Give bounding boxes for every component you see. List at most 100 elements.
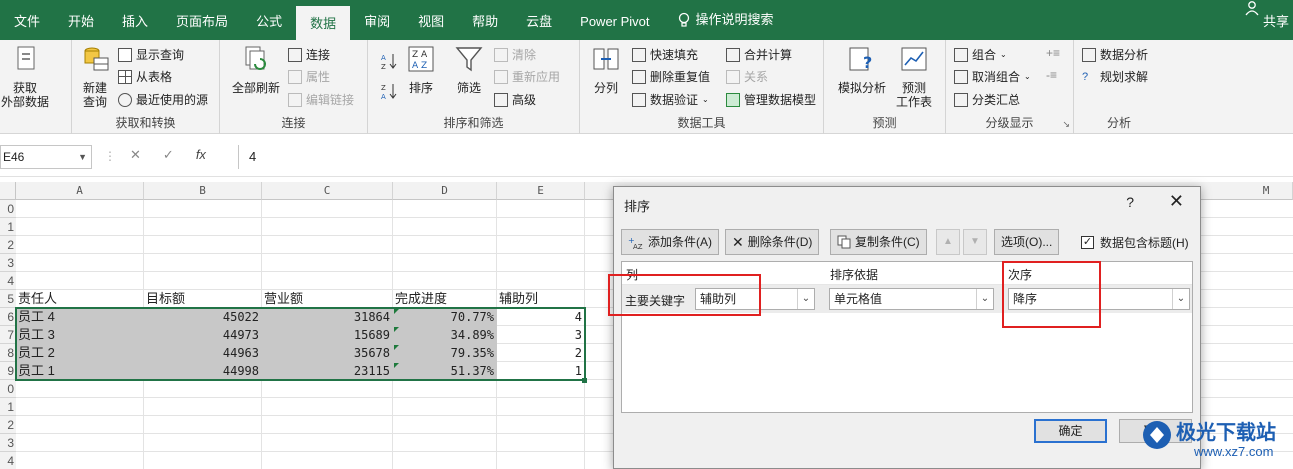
group-rows-button[interactable]: 组合 ⌄ xyxy=(954,46,1007,63)
checkmark-icon[interactable]: ✓ xyxy=(1081,236,1094,249)
formula-input[interactable]: 4 xyxy=(238,145,1293,169)
data-analysis-button[interactable]: 数据分析 xyxy=(1082,46,1148,63)
show-detail-button[interactable]: +≡ xyxy=(1046,46,1060,60)
relationships-button[interactable]: 关系 xyxy=(726,68,768,85)
chevron-down-icon[interactable]: ⌄ xyxy=(797,289,814,309)
ok-button[interactable]: 确定 xyxy=(1034,419,1107,443)
filter-button[interactable]: 筛选 xyxy=(452,44,486,95)
row-header[interactable]: 8 xyxy=(0,344,16,362)
sort-dialog-icon: Z AA Z xyxy=(408,46,434,72)
tab-file[interactable]: 文件 xyxy=(0,0,54,40)
advanced-filter-button[interactable]: 高级 xyxy=(494,91,536,108)
row-header[interactable]: 7 xyxy=(0,326,16,344)
sort-button[interactable]: Z AA Z 排序 xyxy=(404,44,438,95)
row-header[interactable]: 0 xyxy=(0,380,16,398)
select-all-corner[interactable] xyxy=(0,182,16,200)
row-header[interactable]: 4 xyxy=(0,272,16,290)
subtotal-button[interactable]: 分类汇总 xyxy=(954,91,1020,108)
ungroup-button[interactable]: 取消组合 ⌄ xyxy=(954,68,1031,85)
copy-level-button[interactable]: 复制条件(C) xyxy=(830,229,927,255)
insert-function-icon[interactable]: fx xyxy=(196,147,206,163)
row-header[interactable]: 2 xyxy=(0,236,16,254)
column-header-c[interactable]: C xyxy=(262,182,393,200)
show-queries-button[interactable]: 显示查询 xyxy=(118,46,184,63)
tab-help[interactable]: 帮助 xyxy=(458,0,512,40)
chevron-down-icon[interactable]: ⌄ xyxy=(1172,289,1189,309)
name-box[interactable]: E46 ▼ xyxy=(0,145,92,169)
header-cell[interactable]: 目标额 xyxy=(144,290,262,308)
tab-page-layout[interactable]: 页面布局 xyxy=(162,0,242,40)
column-header-b[interactable]: B xyxy=(144,182,262,200)
forecast-sheet-button[interactable]: 预测 工作表 xyxy=(894,44,934,109)
group-outline: 组合 ⌄ 取消组合 ⌄ 分类汇总 +≡ -≡ 分级显示 ↘ xyxy=(946,40,1074,134)
header-cell[interactable]: 辅助列 xyxy=(497,290,585,308)
add-level-button[interactable]: + AZ 添加条件(A) xyxy=(621,229,719,255)
data-validation-button[interactable]: 数据验证 ⌄ xyxy=(632,91,709,108)
properties-button[interactable]: 属性 xyxy=(288,68,330,85)
column-header-d[interactable]: D xyxy=(393,182,497,200)
connections-button[interactable]: 连接 xyxy=(288,46,330,63)
tab-view[interactable]: 视图 xyxy=(404,0,458,40)
has-headers-checkbox[interactable]: ✓ 数据包含标题(H) xyxy=(1081,234,1189,251)
delete-x-icon: ✕ xyxy=(732,234,744,250)
help-button[interactable]: ? xyxy=(1126,194,1134,210)
row-header[interactable]: 6 xyxy=(0,308,16,326)
tab-insert[interactable]: 插入 xyxy=(108,0,162,40)
dialog-launcher-icon[interactable]: ↘ xyxy=(1062,119,1070,130)
sort-descending-button[interactable]: ZA xyxy=(380,82,398,100)
row-header[interactable]: 3 xyxy=(0,254,16,272)
sort-ascending-button[interactable]: AZ xyxy=(380,52,398,70)
chevron-down-icon[interactable]: ⌄ xyxy=(976,289,993,309)
what-if-analysis-button[interactable]: ? 模拟分析 xyxy=(836,44,888,95)
edit-links-button[interactable]: 编辑链接 xyxy=(288,91,354,108)
header-cell[interactable]: 完成进度 xyxy=(393,290,497,308)
row-header[interactable]: 2 xyxy=(0,416,16,434)
header-cell[interactable]: 责任人 xyxy=(16,290,144,308)
consolidate-button[interactable]: 合并计算 xyxy=(726,46,792,63)
tab-cloud[interactable]: 云盘 xyxy=(512,0,566,40)
header-cell[interactable]: 营业额 xyxy=(262,290,393,308)
solver-button[interactable]: ? 规划求解 xyxy=(1082,68,1148,85)
resize-handle-icon[interactable]: ⋮ xyxy=(104,149,116,163)
options-button[interactable]: 选项(O)... xyxy=(994,229,1060,255)
hide-detail-button[interactable]: -≡ xyxy=(1046,68,1057,82)
row-header[interactable]: 4 xyxy=(0,452,16,469)
new-query-button[interactable]: 新建 查询 xyxy=(76,44,114,109)
close-icon[interactable]: ✕ xyxy=(1169,191,1184,212)
clear-filter-button[interactable]: 清除 xyxy=(494,46,536,63)
row-header[interactable]: 1 xyxy=(0,218,16,236)
enter-check-icon[interactable]: ✓ xyxy=(163,147,174,163)
tell-me-search[interactable]: 操作说明搜索 xyxy=(664,0,788,40)
flash-fill-button[interactable]: 快速填充 xyxy=(632,46,698,63)
move-down-button[interactable]: ▼ xyxy=(963,229,987,255)
remove-duplicates-button[interactable]: 删除重复值 xyxy=(632,68,710,85)
row-header[interactable]: 3 xyxy=(0,434,16,452)
row-header[interactable]: 1 xyxy=(0,398,16,416)
manage-data-model-button[interactable]: 管理数据模型 xyxy=(726,91,816,108)
move-up-button[interactable]: ▲ xyxy=(936,229,960,255)
delete-level-button[interactable]: ✕ 删除条件(D) xyxy=(725,229,820,255)
share-button[interactable]: 共享 xyxy=(1245,0,1289,44)
tab-formulas[interactable]: 公式 xyxy=(242,0,296,40)
text-to-columns-button[interactable]: 分列 xyxy=(588,44,624,95)
get-external-data-button[interactable]: 获取 外部数据 xyxy=(0,44,50,109)
column-header-m[interactable]: M xyxy=(1256,182,1276,200)
cancel-icon[interactable]: ✕ xyxy=(130,147,141,163)
tab-power-pivot[interactable]: Power Pivot xyxy=(566,0,663,40)
column-header-a[interactable]: A xyxy=(16,182,144,200)
row-header[interactable]: 5 xyxy=(0,290,16,308)
triangle-down-icon: ▼ xyxy=(970,236,980,247)
recent-sources-button[interactable]: 最近使用的源 xyxy=(118,91,208,108)
chevron-down-icon[interactable]: ▼ xyxy=(78,146,87,168)
from-table-button[interactable]: 从表格 xyxy=(118,68,172,85)
tab-home[interactable]: 开始 xyxy=(54,0,108,40)
reapply-button[interactable]: 重新应用 xyxy=(494,68,560,85)
tab-review[interactable]: 审阅 xyxy=(350,0,404,40)
column-header-e[interactable]: E xyxy=(497,182,585,200)
refresh-all-button[interactable]: 全部刷新 xyxy=(228,44,284,95)
row-header[interactable]: 9 xyxy=(0,362,16,380)
tab-data[interactable]: 数据 xyxy=(296,6,351,40)
row-header[interactable]: 0 xyxy=(0,200,16,218)
sort-on-select[interactable]: 单元格值 ⌄ xyxy=(829,288,994,310)
fill-handle[interactable] xyxy=(582,378,587,383)
